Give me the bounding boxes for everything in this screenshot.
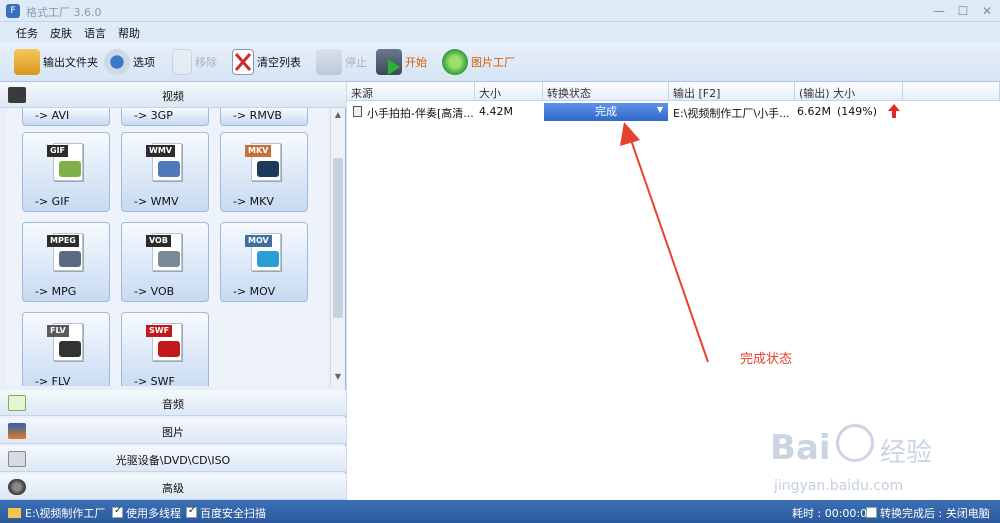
baidu-jingyan-watermark: Bai 经验 jingyan.baidu.com bbox=[770, 424, 990, 498]
elapsed-time: 耗时 : 00:00:05 bbox=[792, 507, 875, 520]
safe-scan-checkbox[interactable]: 百度安全扫描 bbox=[186, 505, 266, 521]
status-bar: E:\视频制作工厂 使用多线程 百度安全扫描 耗时 : 00:00:05 转换完… bbox=[0, 500, 1000, 523]
checkbox-icon bbox=[866, 507, 877, 518]
paw-icon bbox=[836, 424, 874, 462]
output-path[interactable]: E:\视频制作工厂 bbox=[8, 505, 105, 521]
checkbox-icon bbox=[112, 505, 123, 518]
annotation-label: 完成状态 bbox=[740, 352, 793, 367]
multithread-checkbox[interactable]: 使用多线程 bbox=[112, 505, 181, 521]
after-done-checkbox[interactable]: 转换完成后 : 关闭电脑 bbox=[866, 505, 990, 521]
folder-small-icon bbox=[8, 508, 21, 518]
checkbox-icon bbox=[186, 505, 197, 518]
